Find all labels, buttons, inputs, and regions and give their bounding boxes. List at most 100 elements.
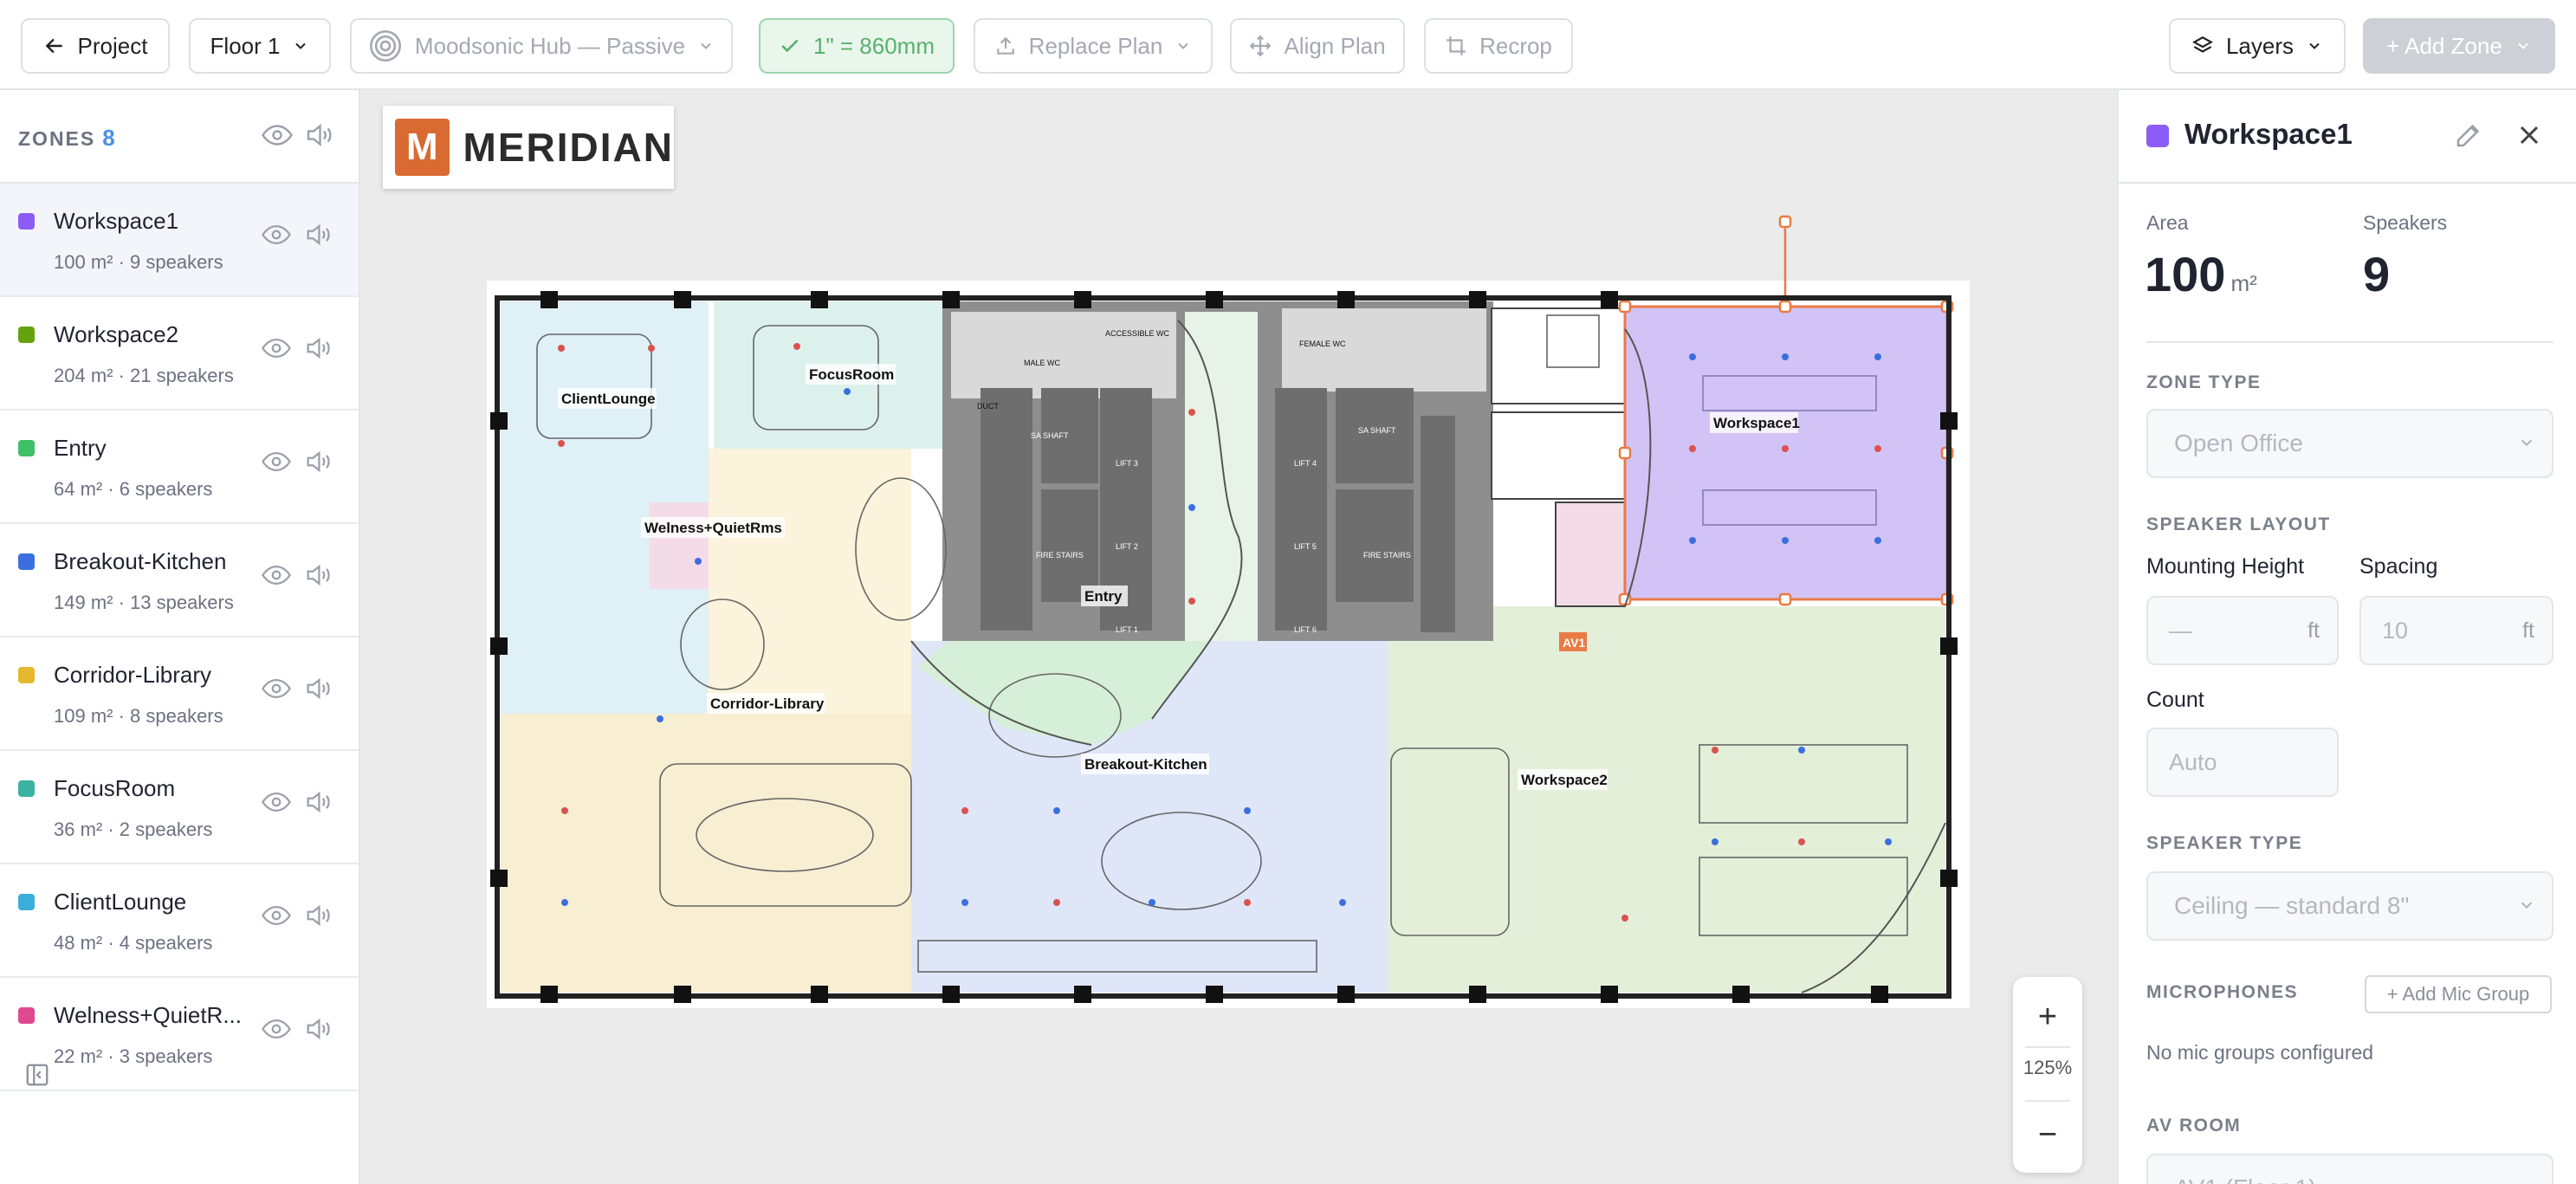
plan-label-lift4: LIFT 4 (1294, 459, 1317, 468)
zone-item-clientlounge[interactable]: ClientLounge 48 m² · 4 speakers (0, 864, 359, 978)
zone-item-workspace1[interactable]: Workspace1 100 m² · 9 speakers (0, 184, 359, 297)
zoom-in-button[interactable]: + (2013, 991, 2082, 1043)
floorplan-canvas[interactable]: M MERIDIAN ClientLounge FocusRoom Welnes… (360, 90, 2117, 1184)
recrop-button[interactable]: Recrop (1424, 18, 1573, 74)
add-zone-button[interactable]: + Add Zone (2363, 18, 2555, 74)
eye-icon[interactable] (262, 120, 293, 151)
chevron-down-icon (2521, 439, 2533, 447)
zone-item-entry[interactable]: Entry 64 m² · 6 speakers (0, 411, 359, 524)
floorplan[interactable]: ClientLounge FocusRoom Welness+QuietRms … (360, 90, 2117, 1184)
zone-color-swatch (18, 894, 35, 910)
av-room-select[interactable]: AV1 (Floor 1) (2146, 1154, 2553, 1184)
zone-meta: 64 m² · 6 speakers (54, 478, 213, 500)
align-plan-button[interactable]: Align Plan (1230, 18, 1405, 74)
zone-name: Workspace1 (54, 208, 179, 234)
plan-label-welness: Welness+QuietRms (644, 520, 782, 536)
zone-fill-corridor-upper (709, 449, 911, 714)
no-mic-groups-text: No mic groups configured (2146, 1041, 2374, 1064)
back-to-project-button[interactable]: Project (21, 18, 170, 74)
panel-title: Workspace1 (2184, 118, 2353, 150)
plan-label-lift1: LIFT 1 (1116, 625, 1138, 634)
zone-color-swatch (18, 213, 35, 230)
scale-button[interactable]: 1" = 860mm (759, 18, 955, 74)
spacing-unit: ft (2522, 618, 2534, 643)
spacing-label: Spacing (2359, 554, 2438, 579)
plan-label-lift6: LIFT 6 (1294, 625, 1317, 634)
chevron-down-icon (1178, 42, 1189, 49)
area-value-row: 100 m² (2145, 246, 2257, 302)
speaker-icon[interactable] (303, 901, 333, 930)
layers-button[interactable]: Layers (2169, 18, 2346, 74)
speaker-icon[interactable] (303, 333, 333, 363)
speaker-icon[interactable] (303, 560, 333, 590)
eye-icon[interactable] (262, 901, 291, 930)
speakers-value: 9 (2363, 247, 2391, 301)
zone-item-corridor-library[interactable]: Corridor-Library 109 m² · 8 speakers (0, 637, 359, 751)
panel-header: Workspace1 (2119, 90, 2576, 184)
eye-icon[interactable] (262, 787, 291, 817)
spacing-value: 10 (2382, 617, 2409, 644)
zone-color-swatch (18, 553, 35, 570)
close-icon[interactable] (2514, 120, 2545, 151)
entry-corridor (1185, 312, 1258, 641)
eye-icon[interactable] (262, 1014, 291, 1044)
zone-type-select[interactable]: Open Office (2146, 409, 2553, 478)
zone-name: Corridor-Library (54, 662, 212, 688)
eye-icon[interactable] (262, 674, 291, 703)
zone-item-workspace2[interactable]: Workspace2 204 m² · 21 speakers (0, 297, 359, 411)
zoom-out-button[interactable]: − (2013, 1109, 2082, 1161)
eye-icon[interactable] (262, 220, 291, 249)
zoom-control: + 125% − (2013, 977, 2082, 1173)
area-unit: m² (2230, 270, 2257, 296)
speaker-icon[interactable] (303, 120, 334, 151)
hub-icon (369, 30, 401, 61)
zones-title-row: ZONES 8 (18, 125, 117, 152)
count-input[interactable]: Auto (2146, 728, 2339, 797)
replace-plan-button[interactable]: Replace Plan (974, 18, 1213, 74)
plan-label-accessible-wc: ACCESSIBLE WC (1105, 329, 1170, 338)
speaker-icon[interactable] (303, 674, 333, 703)
speaker-icon[interactable] (303, 220, 333, 249)
speaker-icon[interactable] (303, 787, 333, 817)
plan-label-lift2: LIFT 2 (1116, 542, 1138, 551)
device-label: Moodsonic Hub — Passive (414, 32, 686, 59)
zoom-divider (2025, 1046, 2070, 1048)
zone-item-focusroom[interactable]: FocusRoom 36 m² · 2 speakers (0, 751, 359, 864)
count-value: Auto (2169, 748, 2217, 775)
zone-name: FocusRoom (54, 775, 176, 801)
mounting-height-input[interactable]: — ft (2146, 596, 2339, 665)
mounting-height-unit: ft (2307, 618, 2320, 643)
eye-icon[interactable] (262, 333, 291, 363)
eye-icon[interactable] (262, 447, 291, 476)
spacing-input[interactable]: 10 ft (2359, 596, 2553, 665)
zone-item-breakout-kitchen[interactable]: Breakout-Kitchen 149 m² · 13 speakers (0, 524, 359, 637)
zone-meta: 48 m² · 4 speakers (54, 932, 213, 954)
add-mic-group-button[interactable]: + Add Mic Group (2365, 975, 2552, 1013)
chevron-down-icon (2521, 902, 2533, 909)
speaker-type-select[interactable]: Ceiling — standard 8" (2146, 871, 2553, 941)
zone-meta: 204 m² · 21 speakers (54, 365, 234, 386)
eye-icon[interactable] (262, 560, 291, 590)
move-icon (1250, 35, 1272, 57)
chevron-down-icon (295, 42, 307, 49)
add-zone-label: + Add Zone (2386, 32, 2502, 59)
rotate-handle (1778, 215, 1792, 229)
microphones-section: MICROPHONES (2146, 982, 2299, 1002)
device-select[interactable]: Moodsonic Hub — Passive (350, 18, 733, 74)
pencil-icon[interactable] (2453, 120, 2484, 151)
speaker-icon[interactable] (303, 447, 333, 476)
zone-color-swatch (18, 1007, 35, 1024)
speaker-type-value: Ceiling — standard 8" (2174, 892, 2410, 919)
panel-zone-swatch (2146, 125, 2169, 147)
speaker-icon[interactable] (303, 1014, 333, 1044)
shaft-left (981, 388, 1032, 631)
speaker-layout-section: SPEAKER LAYOUT (2146, 514, 2331, 534)
plan-label-sa-shaft-right: SA SHAFT (1358, 426, 1396, 435)
plan-label-lift5: LIFT 5 (1294, 542, 1317, 551)
zone-item-welness[interactable]: Welness+QuietR... 22 m² · 3 speakers (0, 978, 359, 1091)
zones-header: ZONES 8 (0, 90, 359, 184)
collapse-sidebar-icon[interactable] (24, 1062, 50, 1088)
area-label: Area (2146, 211, 2189, 234)
zone-fill-corridor-library (501, 714, 911, 993)
floor-select[interactable]: Floor 1 (189, 18, 331, 74)
